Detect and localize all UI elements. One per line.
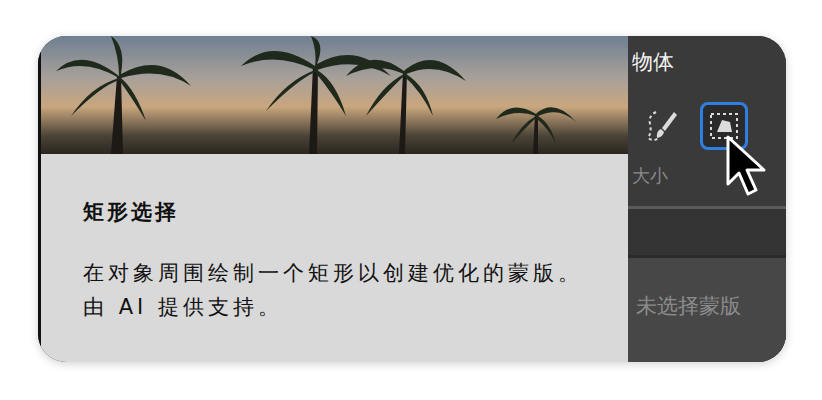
size-field [628, 209, 786, 255]
tool-row [628, 82, 786, 150]
editor-card: 矩形选择 在对象周围绘制一个矩形以创建优化的蒙版。由 AI 提供支持。 物体 大… [38, 36, 786, 362]
properties-panel: 物体 大小 未选择蒙版 [628, 36, 786, 362]
palm-tree-icon [491, 94, 581, 154]
tooltip-description: 在对象周围绘制一个矩形以创建优化的蒙版。由 AI 提供支持。 [83, 256, 583, 324]
tool-button[interactable] [700, 102, 748, 150]
palm-tree-icon [231, 36, 401, 154]
mask-box: 未选择蒙版 [628, 258, 786, 362]
tool-button[interactable] [638, 102, 686, 150]
photo [41, 36, 628, 154]
canvas-area: 矩形选择 在对象周围绘制一个矩形以创建优化的蒙版。由 AI 提供支持。 [38, 36, 628, 362]
cursor-icon [724, 134, 772, 198]
tooltip: 矩形选择 在对象周围绘制一个矩形以创建优化的蒙版。由 AI 提供支持。 [41, 154, 628, 362]
tooltip-title: 矩形选择 [83, 198, 588, 226]
palm-tree-icon [341, 36, 471, 154]
palm-tree-icon [51, 36, 201, 154]
panel-title: 物体 [628, 36, 786, 82]
lasso-brush-icon [644, 108, 680, 144]
rectangle-select-icon [706, 108, 742, 144]
mask-status: 未选择蒙版 [636, 292, 741, 320]
